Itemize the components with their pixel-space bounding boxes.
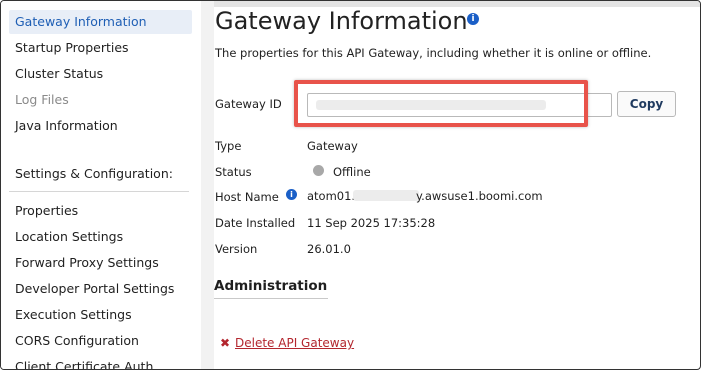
version-value: 26.01.0 bbox=[307, 242, 351, 256]
host-info-icon[interactable]: i bbox=[286, 189, 297, 200]
host-name-suffix: y.awsuse1.boomi.com bbox=[416, 189, 543, 203]
page-description: The properties for this API Gateway, inc… bbox=[215, 46, 652, 60]
gateway-window: Gateway Information Startup Properties C… bbox=[0, 0, 701, 370]
sidebar-item-cors-configuration[interactable]: CORS Configuration bbox=[9, 329, 192, 353]
highlight-annotation bbox=[294, 80, 588, 127]
date-installed-label: Date Installed bbox=[215, 216, 296, 230]
info-icon[interactable]: i bbox=[467, 13, 479, 25]
version-label: Version bbox=[215, 242, 258, 256]
sidebar-item-cluster-status[interactable]: Cluster Status bbox=[9, 62, 192, 86]
sidebar-item-startup-properties[interactable]: Startup Properties bbox=[9, 36, 192, 60]
copy-button[interactable]: Copy bbox=[617, 91, 676, 117]
sidebar-item-location-settings[interactable]: Location Settings bbox=[9, 225, 192, 249]
status-value: Offline bbox=[333, 165, 371, 179]
main-content: Gateway Information i The properties for… bbox=[201, 1, 700, 369]
gateway-id-label: Gateway ID bbox=[215, 97, 282, 111]
sidebar: Gateway Information Startup Properties C… bbox=[1, 1, 201, 369]
type-value: Gateway bbox=[307, 139, 358, 153]
redacted-host-segment bbox=[353, 190, 419, 201]
host-name-label: Host Name bbox=[215, 190, 279, 204]
administration-heading: Administration bbox=[214, 278, 328, 294]
sidebar-item-java-information[interactable]: Java Information bbox=[9, 114, 192, 138]
status-offline-icon bbox=[313, 165, 324, 176]
sidebar-item-execution-settings[interactable]: Execution Settings bbox=[9, 303, 192, 327]
type-label: Type bbox=[215, 139, 242, 153]
sidebar-item-properties[interactable]: Properties bbox=[9, 199, 192, 223]
settings-section-heading: Settings & Configuration: bbox=[15, 166, 173, 181]
sidebar-item-forward-proxy-settings[interactable]: Forward Proxy Settings bbox=[9, 251, 192, 275]
sidebar-item-client-certificate-auth[interactable]: Client Certificate Auth bbox=[9, 355, 192, 369]
status-label: Status bbox=[215, 165, 252, 179]
delete-x-icon[interactable]: ✖ bbox=[220, 336, 230, 350]
sidebar-divider bbox=[9, 191, 189, 192]
delete-api-gateway-link[interactable]: Delete API Gateway bbox=[235, 336, 354, 350]
date-installed-value: 11 Sep 2025 17:35:28 bbox=[307, 216, 436, 230]
sidebar-item-gateway-information[interactable]: Gateway Information bbox=[9, 10, 192, 34]
sidebar-item-developer-portal-settings[interactable]: Developer Portal Settings bbox=[9, 277, 192, 301]
administration-divider bbox=[214, 298, 328, 299]
page-title: Gateway Information bbox=[215, 7, 468, 35]
sidebar-item-log-files: Log Files bbox=[15, 92, 69, 107]
